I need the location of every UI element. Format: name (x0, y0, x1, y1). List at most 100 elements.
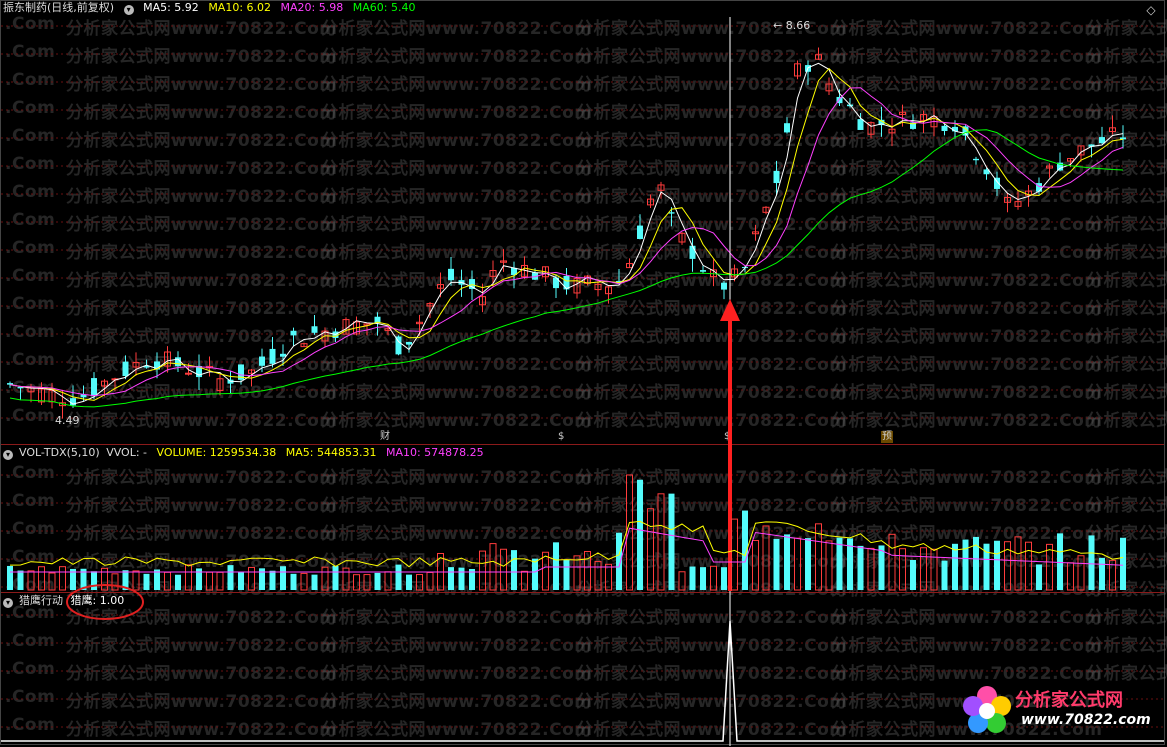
volume-bar (448, 567, 454, 590)
volume-bar (805, 538, 811, 590)
candle-body (941, 125, 948, 132)
candle-body (7, 383, 13, 385)
volume-bar (647, 508, 654, 591)
chart-window: .Com 分析家公式网www.70822.Com 分析家公式网www.70822.C… (0, 0, 1167, 746)
volume-bar (710, 565, 717, 591)
logo-title: 分析家公式网 (1015, 690, 1123, 711)
volume-bar (1057, 533, 1063, 590)
volume-bar (1120, 537, 1126, 590)
volume-bar (994, 540, 1000, 590)
volume-bar (1046, 543, 1053, 591)
candle-body (689, 245, 696, 259)
volume-bar (280, 566, 286, 590)
volume-bar (91, 571, 97, 590)
volume-bar (416, 574, 423, 591)
volume-bar (300, 572, 308, 591)
volume-bar (825, 540, 833, 591)
volume-bar (532, 558, 538, 590)
volume-bar (594, 560, 602, 591)
volume-bar (637, 479, 643, 590)
ma10-line (9, 67, 1124, 401)
volume-bar (500, 548, 507, 591)
volume-bar (1077, 555, 1085, 591)
volume-bar (952, 543, 958, 590)
candle-body (290, 330, 297, 336)
chart-canvas[interactable]: ← 8.66 4.49 (1, 1, 1164, 746)
ma5-line (9, 62, 1124, 405)
candle-body (721, 282, 727, 290)
volume-bar (332, 565, 339, 590)
volume-bar (154, 569, 160, 590)
volume-bar (17, 570, 24, 590)
candle-body (857, 119, 864, 130)
volume-bar (794, 537, 801, 591)
volume-bar (553, 542, 559, 590)
volume-bar (111, 573, 119, 591)
volume-bar (353, 574, 360, 591)
volume-bar (175, 574, 181, 590)
candle-body (700, 270, 706, 272)
volume-bar (395, 564, 402, 590)
volume-bar (290, 573, 297, 590)
candle-body (406, 342, 412, 345)
candle-body (973, 158, 979, 161)
volume-bar (721, 567, 727, 590)
volume-bar (1025, 541, 1032, 591)
volume-bar (962, 539, 969, 590)
volume-bar (836, 537, 843, 590)
volume-bar (489, 543, 497, 591)
volume-bar (773, 538, 780, 590)
volume-bar (511, 550, 517, 590)
site-logo: 分析家公式网 www.70822.com (959, 682, 1159, 742)
candle-body (311, 326, 318, 333)
volume-bar (238, 572, 244, 590)
volume-bar (1088, 535, 1095, 590)
volume-bar (1014, 536, 1022, 591)
high-price-label: ← 8.66 (773, 19, 810, 32)
volume-bar (563, 559, 570, 590)
candle-body (773, 170, 780, 184)
volume-bar (930, 548, 938, 591)
volume-bar (143, 573, 150, 590)
candle-body (637, 225, 643, 239)
volume-bar (406, 574, 412, 590)
volume-bar (867, 547, 875, 591)
volume-bar (7, 565, 13, 590)
candle-body (91, 378, 97, 397)
volume-bar (668, 493, 675, 590)
volume-bar (1067, 562, 1074, 591)
volume-bar (784, 534, 790, 590)
volume-bar (605, 563, 612, 591)
candle-body (1120, 137, 1126, 140)
volume-bar (752, 539, 759, 591)
volume-bar (941, 560, 948, 590)
volume-bar (626, 474, 633, 591)
volume-bar (227, 565, 234, 590)
volume-bar (616, 532, 622, 590)
candle-body (448, 268, 454, 281)
low-price-label: 4.49 (55, 414, 80, 427)
volume-bar (878, 545, 885, 590)
volume-bar (542, 551, 549, 591)
volume-bar (363, 574, 371, 591)
volume-bar (899, 548, 906, 591)
candle-body (259, 356, 265, 366)
candle-body (122, 361, 129, 376)
volume-bar (374, 572, 381, 590)
volume-bar (185, 564, 192, 591)
volume-bar (311, 574, 318, 590)
flower-logo-icon (963, 686, 1011, 733)
candle-body (784, 123, 790, 133)
volume-bar (888, 533, 896, 591)
logo-url: www.70822.com (1021, 712, 1151, 728)
candle-body (185, 372, 192, 375)
signal-arrow-head (720, 299, 740, 321)
volume-bar (910, 559, 916, 590)
volume-bar (920, 547, 927, 591)
volume-bar (458, 567, 465, 590)
volume-bar (762, 525, 770, 591)
candle-body (269, 348, 276, 364)
candle-body (280, 353, 286, 357)
volume-bar (731, 518, 738, 591)
ma20-line (9, 87, 1124, 397)
